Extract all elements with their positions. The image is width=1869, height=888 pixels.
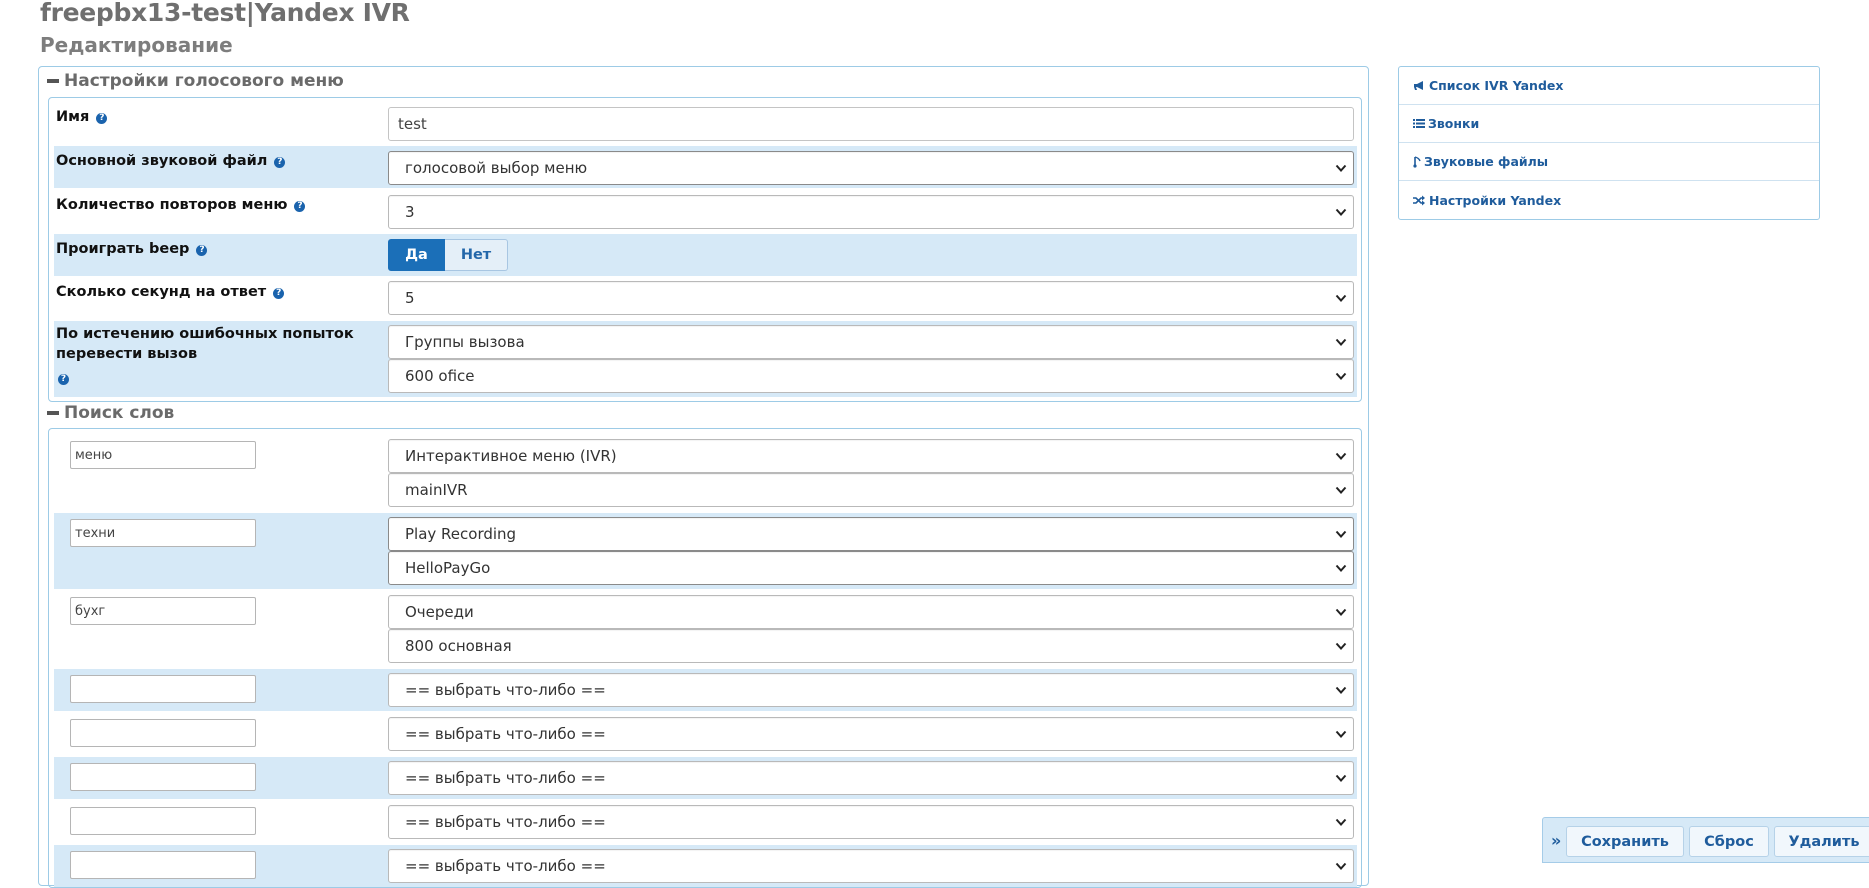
keyword-input[interactable]: бухг xyxy=(70,597,256,625)
chevron-down-icon xyxy=(1335,608,1347,616)
name-input[interactable]: test xyxy=(388,107,1354,141)
help-icon[interactable]: ? xyxy=(96,113,108,124)
reset-button[interactable]: Сброс xyxy=(1689,826,1769,857)
chevron-down-icon xyxy=(1335,164,1347,172)
delete-button[interactable]: Удалить xyxy=(1774,826,1869,857)
settings-section-title: Настройки голосового меню xyxy=(64,71,344,91)
sound-select-value: голосовой выбор меню xyxy=(405,159,588,177)
chevron-down-icon xyxy=(1335,642,1347,650)
word-type-select[interactable]: == выбрать что-либо == xyxy=(388,717,1354,751)
word-type-select[interactable]: == выбрать что-либо == xyxy=(388,849,1354,883)
sidebar-item-sound-files[interactable]: Звуковые файлы xyxy=(1399,143,1819,181)
words-section-legend[interactable]: Поиск слов xyxy=(47,402,174,424)
beep-yes-button[interactable]: Да xyxy=(388,239,445,271)
chevron-down-icon xyxy=(1335,730,1347,738)
failover-label: По истечению ошибочных попыток перевести… xyxy=(56,326,354,385)
list-icon xyxy=(1413,119,1425,128)
action-bar: » Сохранить Сброс Удалить xyxy=(1542,817,1869,863)
sidebar-item-ivr-list[interactable]: Список IVR Yandex xyxy=(1399,67,1819,105)
word-target-select[interactable]: 800 основная xyxy=(388,629,1354,663)
word-type-select[interactable]: Интерактивное меню (IVR) xyxy=(388,439,1354,473)
collapse-minus-icon xyxy=(47,79,59,83)
random-icon xyxy=(1413,195,1425,205)
music-note-icon xyxy=(1413,155,1421,168)
chevron-down-icon xyxy=(1335,452,1347,460)
help-icon[interactable]: ? xyxy=(294,201,306,212)
failover-type-select[interactable]: Группы вызова xyxy=(388,325,1354,359)
page-subtitle: Редактирование xyxy=(40,33,233,57)
repeats-select[interactable]: 3 xyxy=(388,195,1354,229)
beep-no-button[interactable]: Нет xyxy=(445,239,508,271)
help-icon[interactable]: ? xyxy=(196,245,208,256)
keyword-input[interactable] xyxy=(70,807,256,835)
beep-row xyxy=(54,234,1357,276)
chevron-down-icon xyxy=(1335,486,1347,494)
bullhorn-icon xyxy=(1414,81,1423,90)
repeats-select-value: 3 xyxy=(405,203,415,221)
words-section-title: Поиск слов xyxy=(64,403,175,423)
help-icon[interactable]: ? xyxy=(58,374,69,385)
beep-toggle: Да Нет xyxy=(388,239,508,271)
chevron-down-icon xyxy=(1335,564,1347,572)
double-chevron-right-icon[interactable]: » xyxy=(1551,831,1561,850)
keyword-input[interactable]: меню xyxy=(70,441,256,469)
failover-target-select[interactable]: 600 ofice xyxy=(388,359,1354,393)
chevron-down-icon xyxy=(1335,774,1347,782)
sidebar-item-yandex-settings[interactable]: Настройки Yandex xyxy=(1399,181,1819,219)
beep-label: Проиграть beep? xyxy=(56,239,208,259)
repeats-label: Количество повторов меню? xyxy=(56,195,306,215)
word-type-select[interactable]: == выбрать что-либо == xyxy=(388,761,1354,795)
page-title: freepbx13-test|Yandex IVR xyxy=(40,0,410,27)
save-button[interactable]: Сохранить xyxy=(1566,826,1684,857)
settings-section-legend[interactable]: Настройки голосового меню xyxy=(47,70,344,92)
chevron-down-icon xyxy=(1335,686,1347,694)
keyword-input[interactable]: техни xyxy=(70,519,256,547)
collapse-minus-icon xyxy=(47,411,59,415)
help-icon[interactable]: ? xyxy=(273,288,285,299)
sidebar-item-calls[interactable]: Звонки xyxy=(1399,105,1819,143)
failover-type-value: Группы вызова xyxy=(405,333,525,351)
sound-select[interactable]: голосовой выбор меню xyxy=(388,151,1354,185)
chevron-down-icon xyxy=(1335,862,1347,870)
sidebar-nav: Список IVR Yandex Звонки Звуковые файлы … xyxy=(1398,66,1820,220)
keyword-input[interactable] xyxy=(70,763,256,791)
chevron-down-icon xyxy=(1335,818,1347,826)
chevron-down-icon xyxy=(1335,372,1347,380)
sound-label: Основной звуковой файл? xyxy=(56,151,286,171)
chevron-down-icon xyxy=(1335,338,1347,346)
timeout-select-value: 5 xyxy=(405,289,415,307)
failover-target-value: 600 ofice xyxy=(405,367,475,385)
keyword-input[interactable] xyxy=(70,851,256,879)
chevron-down-icon xyxy=(1335,530,1347,538)
chevron-down-icon xyxy=(1335,208,1347,216)
keyword-input[interactable] xyxy=(70,675,256,703)
word-type-select[interactable]: Очереди xyxy=(388,595,1354,629)
keyword-input[interactable] xyxy=(70,719,256,747)
name-label: Имя? xyxy=(56,107,108,127)
word-target-select[interactable]: HelloPayGo xyxy=(388,551,1354,585)
word-target-select[interactable]: mainIVR xyxy=(388,473,1354,507)
word-type-select[interactable]: == выбрать что-либо == xyxy=(388,673,1354,707)
help-icon[interactable]: ? xyxy=(274,157,286,168)
word-type-select[interactable]: Play Recording xyxy=(388,517,1354,551)
word-type-select[interactable]: == выбрать что-либо == xyxy=(388,805,1354,839)
chevron-down-icon xyxy=(1335,294,1347,302)
timeout-select[interactable]: 5 xyxy=(388,281,1354,315)
timeout-label: Сколько секунд на ответ? xyxy=(56,282,285,302)
